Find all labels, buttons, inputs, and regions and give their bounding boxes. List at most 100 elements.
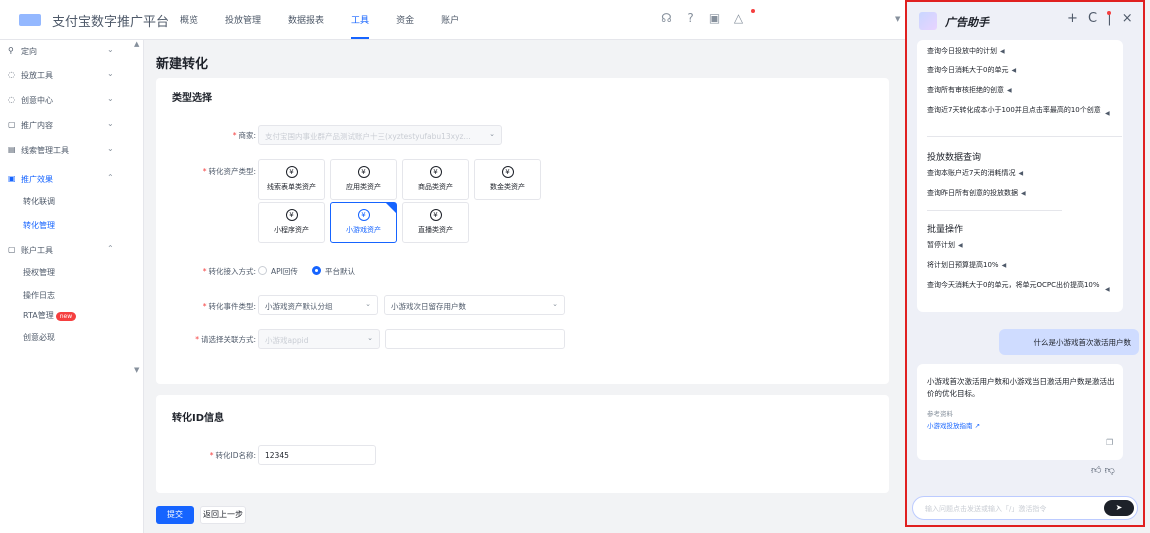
sidebar-sub-rta[interactable]: RTA管理 new	[23, 310, 77, 321]
suggestion-item[interactable]: 查询近7天转化成本小于100并且点击率最高的10个创意	[927, 105, 1103, 116]
sidebar-sub-conversion-debug[interactable]: 转化联调	[23, 196, 55, 207]
send-arrow-icon: ◀	[1000, 48, 1005, 55]
suggestion-item[interactable]: 暂停计划 ◀	[927, 240, 1107, 251]
suggestion-card: 查询今日投放中的计划 ◀ 查询今日消耗大于0的单元 ◀ 查询所有审核拒绝的创意 ◀ 查…	[917, 40, 1123, 312]
nav-delivery[interactable]: 投放管理	[225, 13, 261, 26]
bell-icon[interactable]: △	[730, 10, 747, 27]
submit-button[interactable]: 提交	[156, 506, 194, 524]
nav-account[interactable]: 账户	[441, 13, 459, 26]
tile-label: 直播类资产	[418, 226, 453, 234]
nav-reports[interactable]: 数据报表	[288, 13, 324, 26]
nav-funds[interactable]: 资金	[396, 13, 414, 26]
radio-platform-default[interactable]	[312, 266, 321, 275]
event-value-select[interactable]: 小游戏次日留存用户数 ⌄	[384, 295, 565, 315]
send-arrow-icon: ◀	[1021, 190, 1026, 197]
lead-icon: ▤	[8, 145, 16, 154]
section-title: 转化ID信息	[172, 413, 225, 424]
assoc-select[interactable]: 小游戏appid ⌄	[258, 329, 380, 349]
tool-icon: ◌	[8, 70, 15, 79]
asset-tile-goods[interactable]: ¥ 商品类资产	[402, 159, 469, 200]
radio-api[interactable]	[258, 266, 267, 275]
feedback-icons: 👍︎ 👎︎	[1091, 464, 1115, 476]
copy-icon[interactable]: ❐	[1106, 438, 1113, 447]
id-name-label: * 转化ID名称:	[209, 451, 256, 460]
sidebar-item-label: 投放工具	[21, 71, 53, 80]
plus-icon[interactable]: +	[1067, 11, 1078, 26]
send-arrow-icon: ◀	[1011, 67, 1017, 74]
event-group-select[interactable]: 小游戏资产默认分组 ⌄	[258, 295, 378, 315]
scroll-up-icon[interactable]: ▲	[134, 40, 139, 48]
asset-tile-finance[interactable]: ¥ 数金类资产	[474, 159, 541, 200]
sidebar-sub-conversion-manage[interactable]: 转化管理	[23, 220, 55, 231]
asset-tile-app[interactable]: ¥ 应用类资产	[330, 159, 397, 200]
sidebar-item-creative-center[interactable]: ◌ 创意中心 ⌄	[0, 91, 144, 111]
calendar-icon[interactable]: ▣	[706, 10, 723, 27]
targeting-icon: ⚲	[8, 46, 14, 55]
sidebar-item-label: 定向	[21, 47, 37, 56]
brand-name[interactable]: 支付宝数字推广平台	[52, 11, 169, 30]
merchant-label: * 商家:	[232, 131, 256, 140]
sidebar-sub-oplog[interactable]: 操作日志	[23, 290, 55, 301]
headset-icon[interactable]: ☊	[658, 10, 675, 27]
sidebar-item-promo-effect[interactable]: ▣ 推广效果 ⌃	[0, 170, 144, 190]
sidebar-item-lead-tools[interactable]: ▤ 线索管理工具 ⌄	[0, 141, 144, 161]
thumbs-down-icon[interactable]: 👎︎	[1105, 465, 1115, 476]
content-icon: ▢	[8, 120, 16, 129]
sidebar-sub-creative-show[interactable]: 创意必现	[23, 332, 55, 343]
nav-tools[interactable]: 工具	[351, 13, 370, 39]
reference-label: 参考资料	[927, 410, 953, 418]
suggestion-item[interactable]: 将计划日预算提高10% ◀	[927, 260, 1107, 271]
send-arrow-icon: ◀	[1105, 286, 1110, 293]
access-radio-group: API回传 平台默认	[258, 265, 408, 277]
thumbs-up-icon[interactable]: 👍︎	[1091, 465, 1101, 476]
chevron-down-icon: ⌄	[107, 45, 114, 54]
help-icon[interactable]: ?	[682, 10, 699, 27]
suggestion-item[interactable]: 查询所有审核拒绝的创意 ◀	[927, 85, 1107, 96]
tile-label: 小游戏资产	[346, 226, 381, 234]
suggestion-text: 查询本账户近7天的消耗情况	[927, 169, 1016, 177]
id-name-label-text: 转化ID名称:	[215, 451, 256, 460]
chevron-down-icon: ⌄	[552, 300, 558, 308]
assistant-title: 广告助手	[945, 16, 989, 29]
sidebar-item-promo-content[interactable]: ▢ 推广内容 ⌄	[0, 116, 144, 136]
tile-label: 小程序资产	[274, 226, 309, 234]
asset-type-label: * 转化资产类型:	[202, 167, 256, 176]
sidebar-item-account-tools[interactable]: ▢ 账户工具 ⌃	[0, 241, 144, 261]
rta-label: RTA管理	[23, 311, 54, 320]
chevron-down-icon: ⌄	[107, 69, 114, 78]
tile-label: 数金类资产	[490, 183, 525, 191]
asset-tile-minigame[interactable]: ¥ 小游戏资产	[330, 202, 397, 243]
back-button[interactable]: 返回上一步	[200, 506, 246, 524]
sidebar-item-delivery-tools[interactable]: ◌ 投放工具 ⌄	[0, 66, 144, 86]
assistant-header-icons: + C | ×	[1067, 11, 1139, 26]
asset-tile-leads[interactable]: ¥ 线索表单类资产	[258, 159, 325, 200]
sidebar-item-targeting[interactable]: ⚲ 定向 ⌄	[0, 42, 144, 62]
suggestion-item[interactable]: 查询今日消耗大于0的单元 ◀	[927, 65, 1107, 76]
sidebar-sub-auth[interactable]: 授权管理	[23, 267, 55, 278]
id-name-input[interactable]: 12345	[258, 445, 376, 465]
scroll-down-icon[interactable]: ▼	[134, 366, 139, 374]
merchant-select[interactable]: 支付宝国内事业群产品测试账户十三(xyztestyufabu13xyz... ⌄	[258, 125, 502, 145]
yen-icon: ¥	[357, 209, 370, 221]
suggestion-item[interactable]: 查询本账户近7天的消耗情况 ◀	[927, 168, 1107, 179]
assistant-avatar	[919, 12, 937, 30]
assistant-panel: 广告助手 + C | × 查询今日投放中的计划 ◀ 查询今日消耗大于0的单元 ◀ 查…	[905, 0, 1145, 527]
history-icon[interactable]: C	[1088, 11, 1097, 26]
assoc-input[interactable]	[385, 329, 565, 349]
suggestion-item[interactable]: 查询今日投放中的计划 ◀	[927, 46, 1107, 57]
chat-input[interactable]: 输入问题点击发送或输入「/」激活指令 ➤	[912, 496, 1138, 520]
section-heading-batch: 批量操作	[927, 225, 964, 235]
send-button[interactable]: ➤	[1104, 500, 1134, 516]
sidebar-item-label: 线索管理工具	[21, 146, 69, 155]
reference-link[interactable]: 小游戏投放指南 ↗	[927, 420, 980, 430]
suggestion-item[interactable]: 查询今天消耗大于0的单元，将单元OCPC出价提高10%	[927, 280, 1103, 291]
event-value-text: 小游戏次日留存用户数	[391, 302, 466, 311]
asset-tile-live[interactable]: ¥ 直播类资产	[402, 202, 469, 243]
asset-tile-miniprogram[interactable]: ¥ 小程序资产	[258, 202, 325, 243]
caret-down-icon[interactable]: ▼	[895, 15, 900, 23]
close-icon[interactable]: ×	[1122, 11, 1133, 26]
sidebar: ⚲ 定向 ⌄ ◌ 投放工具 ⌄ ◌ 创意中心 ⌄ ▢ 推广内容 ⌄ ▤ 线索管理…	[0, 40, 144, 533]
nav-overview[interactable]: 概览	[180, 13, 198, 26]
suggestion-item[interactable]: 查询昨日所有创意的投放数据 ◀	[927, 188, 1107, 199]
effect-icon: ▣	[8, 174, 16, 183]
